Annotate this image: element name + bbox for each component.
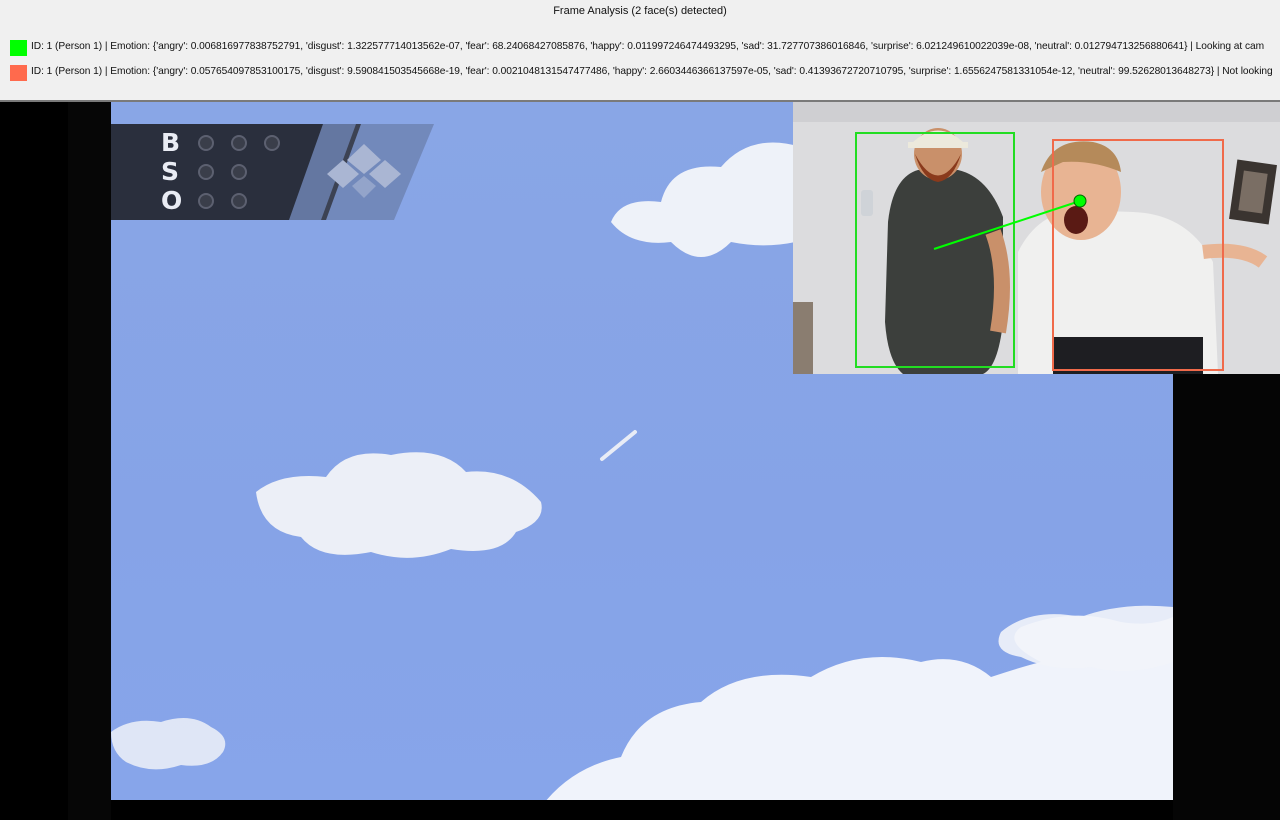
strike-dot-2 bbox=[231, 164, 247, 180]
baseball-streak bbox=[600, 430, 637, 461]
video-frame: B S O bbox=[0, 102, 1280, 820]
ball-dot-1 bbox=[198, 135, 214, 151]
ball-dot-2 bbox=[231, 135, 247, 151]
ball-dot-3 bbox=[264, 135, 280, 151]
balls-label: B bbox=[161, 128, 181, 157]
frame-analysis-header: Frame Analysis (2 face(s) detected) ID: … bbox=[0, 0, 1280, 102]
webcam-overlay bbox=[793, 102, 1280, 374]
cloud-far-right bbox=[998, 605, 1173, 671]
outs-label: O bbox=[161, 186, 183, 215]
face-2-emotion-text: ID: 1 (Person 1) | Emotion: {'angry': 0.… bbox=[31, 66, 1273, 77]
count-scoreboard: B S O bbox=[111, 124, 436, 220]
face-row-2: ID: 1 (Person 1) | Emotion: {'angry': 0.… bbox=[10, 65, 1280, 81]
letterbox-left bbox=[0, 102, 111, 820]
cloud-middle bbox=[256, 452, 542, 558]
out-dot-2 bbox=[231, 193, 247, 209]
face-row-1: ID: 1 (Person 1) | Emotion: {'angry': 0.… bbox=[10, 40, 1280, 56]
cloud-bottom-left bbox=[111, 718, 226, 770]
face-2-color-swatch bbox=[10, 65, 27, 81]
out-dot-1 bbox=[198, 193, 214, 209]
gaze-line bbox=[933, 194, 1087, 250]
baseball-diamond-icon bbox=[327, 144, 401, 198]
face-1-color-swatch bbox=[10, 40, 27, 56]
frame-analysis-title: Frame Analysis (2 face(s) detected) bbox=[553, 5, 727, 17]
strikes-label: S bbox=[161, 157, 180, 186]
face-1-emotion-text: ID: 1 (Person 1) | Emotion: {'angry': 0.… bbox=[31, 41, 1265, 52]
strike-dot-1 bbox=[198, 164, 214, 180]
